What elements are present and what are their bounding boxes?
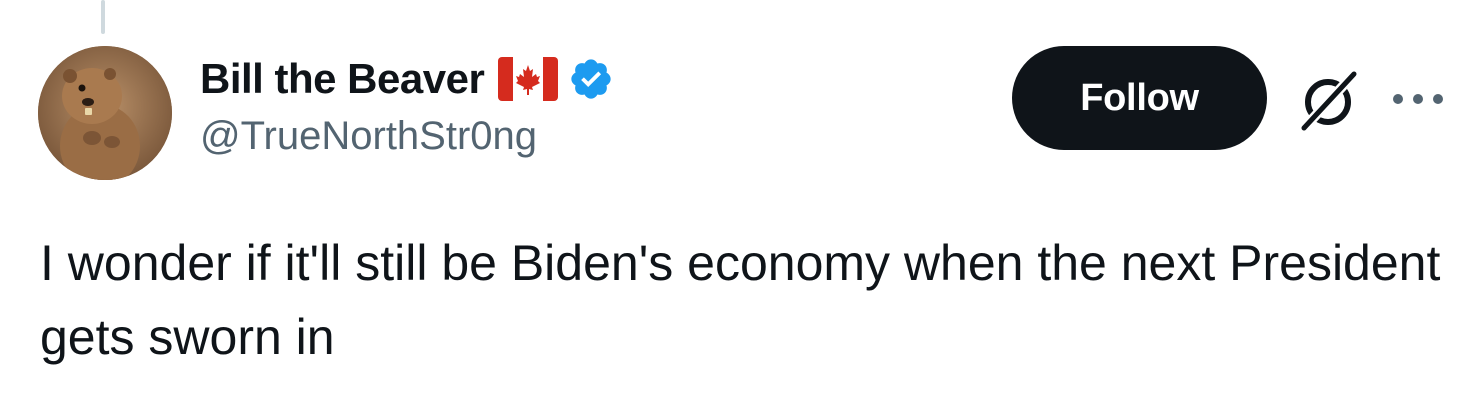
- more-options-icon[interactable]: [1390, 84, 1446, 114]
- follow-button[interactable]: Follow: [1012, 46, 1267, 150]
- author-identity: Bill the Beaver @TrueNorthStr0ng: [200, 50, 614, 159]
- user-handle[interactable]: @TrueNorthStr0ng: [200, 114, 614, 159]
- verified-badge-icon[interactable]: [568, 56, 614, 102]
- grok-icon[interactable]: [1292, 64, 1364, 136]
- beaver-avatar-icon: [38, 46, 172, 180]
- thread-connector-line: [101, 0, 105, 34]
- tweet-text: I wonder if it'll still be Biden's econo…: [40, 235, 1441, 365]
- canada-flag-icon: [498, 57, 559, 101]
- avatar[interactable]: [38, 46, 172, 180]
- name-row: Bill the Beaver: [200, 50, 614, 108]
- display-name[interactable]: Bill the Beaver: [200, 55, 485, 103]
